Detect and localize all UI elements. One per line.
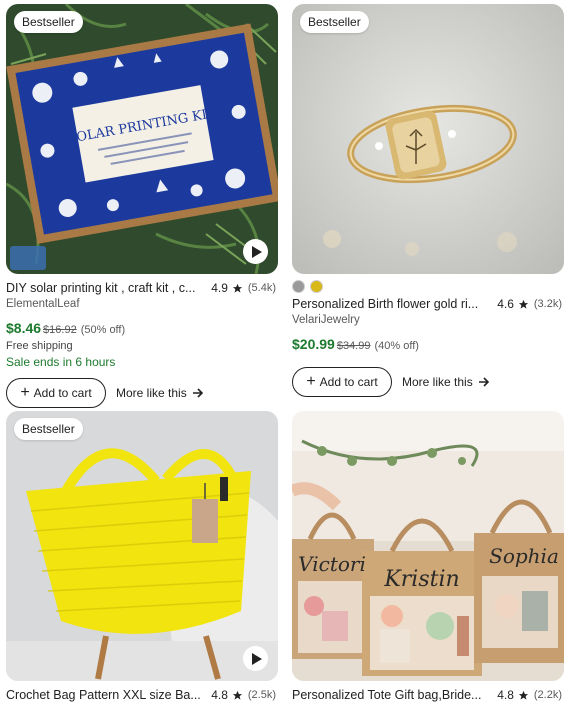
review-count: (2.2k) — [533, 689, 562, 701]
discount-label: (40% off) — [374, 340, 419, 352]
star-icon — [518, 299, 528, 309]
product-image[interactable]: Bestseller — [292, 4, 564, 274]
swatch-silver[interactable] — [292, 280, 305, 293]
product-card[interactable]: Bestseller Crochet Bag Pattern XXL size … — [6, 411, 278, 703]
arrow-right-icon — [192, 388, 203, 398]
rating-value: 4.8 — [211, 688, 228, 702]
rating-value: 4.9 — [211, 281, 228, 295]
product-rating: 4.6 (3.2k) — [497, 297, 562, 311]
product-rating: 4.8 (2.2k) — [497, 688, 562, 702]
original-price: $34.99 — [336, 340, 371, 352]
shop-name[interactable]: ElementalLeaf — [6, 298, 278, 312]
add-to-cart-button[interactable]: + Add to cart — [292, 367, 392, 397]
sale-countdown: Sale ends in 6 hours — [6, 355, 116, 369]
play-icon — [251, 245, 262, 258]
review-count: (5.4k) — [247, 282, 276, 294]
product-card[interactable]: Victori Kristin Sophia Personalized Tote… — [292, 411, 564, 703]
product-title[interactable]: Personalized Birth flower gold ri... — [292, 297, 478, 311]
price-row: $8.46 $16.92 (50% off) — [6, 320, 278, 336]
discount-label: (50% off) — [80, 324, 126, 336]
bestseller-badge: Bestseller — [14, 11, 83, 33]
product-rating: 4.8 (2.5k) — [211, 688, 276, 702]
product-card[interactable]: SOLAR PRINTING KIT Bestseller DIY solar … — [6, 4, 278, 408]
more-like-this-label: More like this — [402, 375, 473, 389]
product-title[interactable]: Crochet Bag Pattern XXL size Ba... — [6, 688, 201, 702]
shop-name[interactable]: VelariJewelry — [292, 314, 564, 328]
more-like-this-link[interactable]: More like this — [402, 375, 490, 389]
rating-value: 4.8 — [497, 688, 514, 702]
bag-name-3: Sophia — [489, 544, 559, 568]
add-to-cart-label: Add to cart — [33, 386, 92, 400]
review-count: (3.2k) — [533, 298, 562, 310]
play-icon — [251, 652, 262, 665]
more-like-this-link[interactable]: More like this — [116, 386, 204, 400]
bag-name-1: Victori — [298, 552, 366, 576]
swatch-gold[interactable] — [310, 280, 323, 293]
sale-price: $20.99 — [292, 336, 335, 352]
star-icon — [518, 690, 528, 700]
arrow-right-icon — [478, 377, 489, 387]
plus-icon: + — [20, 384, 30, 401]
add-to-cart-button[interactable]: + Add to cart — [6, 378, 106, 408]
product-card[interactable]: Bestseller Personalized Birth flower gol… — [292, 4, 564, 397]
more-like-this-label: More like this — [116, 386, 187, 400]
product-title[interactable]: DIY solar printing kit , craft kit , c..… — [6, 281, 195, 295]
sale-price: $8.46 — [6, 320, 42, 336]
product-image[interactable]: Bestseller — [6, 411, 278, 681]
product-rating: 4.9 (5.4k) — [211, 281, 276, 295]
rating-value: 4.6 — [497, 297, 514, 311]
color-swatches — [292, 280, 564, 294]
play-video-button[interactable] — [243, 646, 268, 671]
review-count: (2.5k) — [247, 689, 276, 701]
add-to-cart-label: Add to cart — [319, 375, 378, 389]
original-price: $16.92 — [43, 324, 77, 336]
price-row: $20.99 $34.99 (40% off) — [292, 336, 564, 352]
bestseller-badge: Bestseller — [300, 11, 369, 33]
star-icon — [232, 690, 242, 700]
product-image[interactable]: SOLAR PRINTING KIT Bestseller — [6, 4, 278, 274]
bestseller-badge: Bestseller — [14, 418, 83, 440]
play-video-button[interactable] — [243, 239, 268, 264]
bag-name-2: Kristin — [383, 567, 459, 592]
product-title[interactable]: Personalized Tote Gift bag,Bride... — [292, 688, 481, 702]
star-icon — [232, 283, 242, 293]
shipping-info: Free shipping — [6, 340, 73, 352]
plus-icon: + — [306, 373, 316, 390]
product-image[interactable]: Victori Kristin Sophia — [292, 411, 564, 681]
